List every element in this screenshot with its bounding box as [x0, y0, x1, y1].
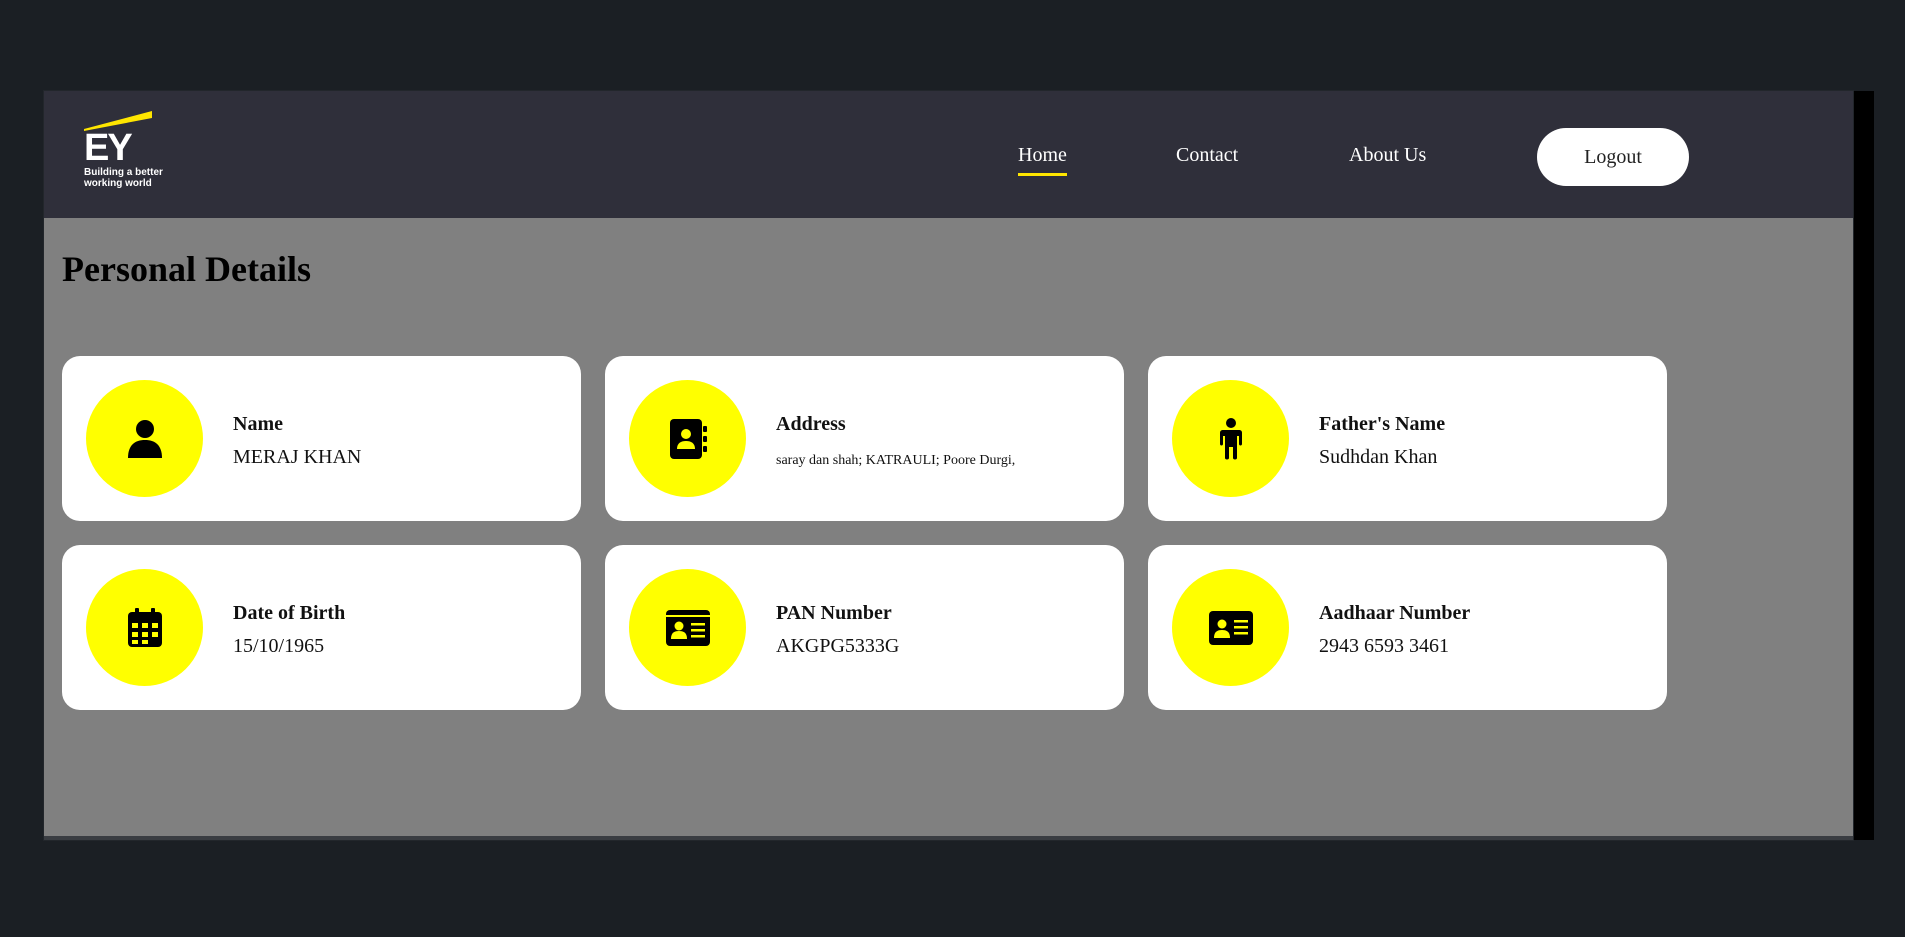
top-navbar: EY Building a better working world Home …	[44, 91, 1853, 218]
icon-circle	[629, 569, 746, 686]
person-standing-icon	[1219, 417, 1242, 459]
detail-card-date-of-birth: Date of Birth 15/10/1965	[62, 545, 581, 710]
page-title: Personal Details	[62, 249, 311, 289]
window-bottom-edge	[44, 836, 1853, 840]
app-window: EY Building a better working world Home …	[44, 91, 1853, 840]
calendar-icon	[127, 607, 162, 647]
detail-card-pan-number: PAN Number AKGPG5333G	[605, 545, 1124, 710]
logo-tagline: Building a better working world	[84, 167, 163, 189]
nav-contact[interactable]: Contact	[1176, 144, 1238, 167]
icon-circle	[1172, 569, 1289, 686]
card-value: Sudhdan Khan	[1319, 446, 1438, 468]
detail-card-address: Address saray dan shah; KATRAULI; Poore …	[605, 356, 1124, 521]
detail-card-aadhaar-number: Aadhaar Number 2943 6593 3461	[1148, 545, 1667, 710]
detail-card-fathers-name: Father's Name Sudhdan Khan	[1148, 356, 1667, 521]
window-edge	[1853, 91, 1874, 840]
card-value: saray dan shah; KATRAULI; Poore Durgi,	[776, 453, 1016, 468]
card-value: AKGPG5333G	[776, 635, 900, 657]
card-label: Father's Name	[1319, 413, 1446, 435]
logo-mark: EY	[84, 127, 133, 169]
logout-button[interactable]: Logout	[1537, 128, 1689, 186]
address-book-icon	[669, 418, 707, 459]
card-value: 2943 6593 3461	[1319, 635, 1449, 657]
card-label: Name	[233, 413, 283, 435]
nav-about-us[interactable]: About Us	[1349, 144, 1426, 167]
id-card-icon	[665, 609, 710, 646]
card-value: 15/10/1965	[233, 635, 325, 657]
id-card-icon	[1208, 610, 1253, 645]
card-label: Address	[776, 413, 846, 435]
card-value: MERAJ KHAN	[233, 446, 362, 468]
icon-circle	[629, 380, 746, 497]
card-label: Aadhaar Number	[1319, 602, 1471, 624]
icon-circle	[86, 380, 203, 497]
detail-card-name: Name MERAJ KHAN	[62, 356, 581, 521]
card-label: PAN Number	[776, 602, 892, 624]
card-label: Date of Birth	[233, 602, 346, 624]
icon-circle	[86, 569, 203, 686]
icon-circle	[1172, 380, 1289, 497]
user-icon	[127, 419, 162, 458]
nav-home[interactable]: Home	[1018, 144, 1067, 176]
